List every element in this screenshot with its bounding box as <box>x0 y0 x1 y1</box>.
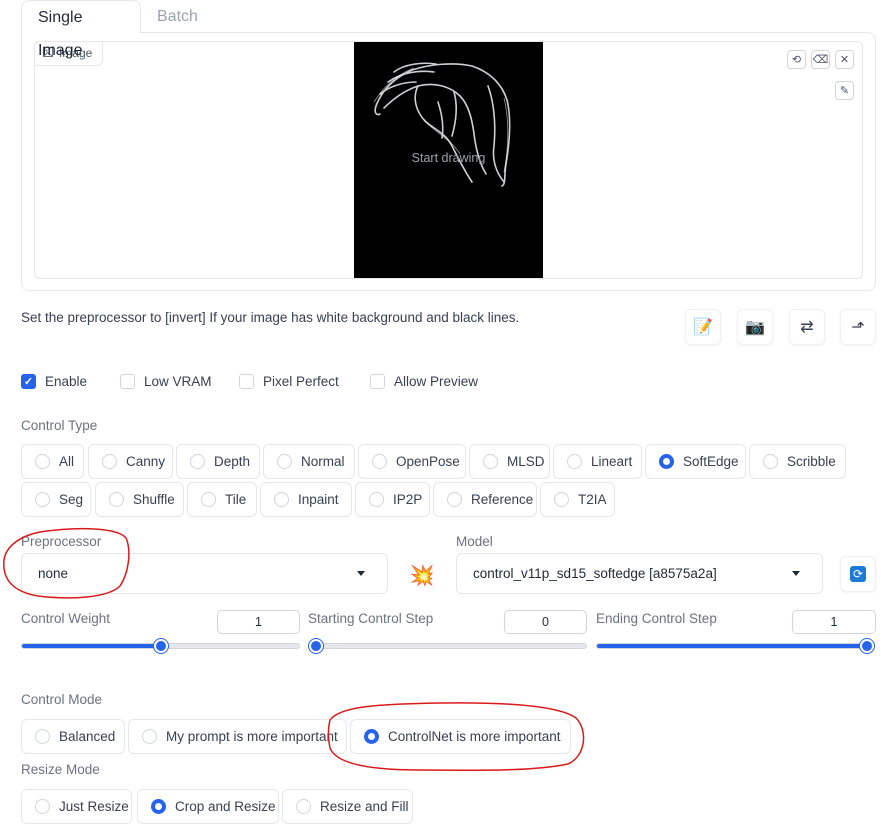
close-icon: ✕ <box>839 54 850 66</box>
control-type-shuffle[interactable]: Shuffle <box>95 482 184 517</box>
pixel-perfect-checkbox[interactable]: Pixel Perfect <box>239 374 339 389</box>
camera-button[interactable]: 📷 <box>737 309 773 345</box>
notepad-button[interactable]: 📝 <box>685 309 721 345</box>
swap-button[interactable]: ⇄ <box>789 309 825 345</box>
refresh-models-button[interactable]: ⟳ <box>840 556 876 592</box>
brush-button[interactable]: ✎ <box>835 81 854 100</box>
undo-button[interactable]: ⟲ <box>787 50 806 69</box>
slider-fill <box>597 644 867 648</box>
tab-bar: Single Image Batch <box>21 0 889 59</box>
starting-step-input[interactable]: 0 <box>504 610 587 634</box>
slider-thumb[interactable] <box>309 639 323 653</box>
resize-mode-resize-and-fill[interactable]: Resize and Fill <box>282 789 413 824</box>
send-dimensions-button[interactable]: ⬏ <box>840 309 876 345</box>
model-dropdown[interactable]: control_v11p_sd15_softedge [a8575a2a] <box>456 553 823 594</box>
tab-single-image[interactable]: Single Image <box>21 0 141 59</box>
send-icon: ⬏ <box>851 319 865 336</box>
control-weight-input[interactable]: 1 <box>217 610 300 634</box>
resize-mode-label: Resize Mode <box>21 762 100 777</box>
undo-icon: ⟲ <box>791 54 802 66</box>
ending-step-label: Ending Control Step <box>596 611 717 626</box>
brush-icon: ✎ <box>839 85 850 97</box>
refresh-icon: ⟳ <box>850 566 866 582</box>
control-type-seg[interactable]: Seg <box>21 482 91 517</box>
model-value: control_v11p_sd15_softedge [a8575a2a] <box>473 566 717 581</box>
canvas-placeholder: Start drawing <box>411 151 486 165</box>
control-type-canny[interactable]: Canny <box>88 444 173 479</box>
model-label: Model <box>456 534 493 549</box>
control-mode-prompt[interactable]: My prompt is more important <box>128 719 347 754</box>
control-type-normal[interactable]: Normal <box>263 444 355 479</box>
control-type-mlsd[interactable]: MLSD <box>469 444 550 479</box>
control-weight-label: Control Weight <box>21 611 111 626</box>
run-preprocessor-button[interactable]: 💥 <box>406 559 438 591</box>
control-type-inpaint[interactable]: Inpaint <box>260 482 352 517</box>
control-type-t2ia[interactable]: T2IA <box>540 482 615 517</box>
allow-preview-checkbox[interactable]: Allow Preview <box>370 374 478 389</box>
control-type-lineart[interactable]: Lineart <box>553 444 642 479</box>
control-type-openpose[interactable]: OpenPose <box>358 444 466 479</box>
control-weight-slider[interactable] <box>21 639 300 653</box>
resize-mode-just-resize[interactable]: Just Resize <box>21 789 132 824</box>
notepad-icon: 📝 <box>693 319 713 336</box>
resize-mode-crop-and-resize[interactable]: Crop and Resize <box>137 789 279 824</box>
starting-step-slider[interactable] <box>309 639 587 653</box>
preprocessor-value: none <box>38 566 69 581</box>
control-type-ip2p[interactable]: IP2P <box>355 482 430 517</box>
explosion-icon: 💥 <box>409 564 435 587</box>
slider-fill <box>22 644 161 648</box>
slider-thumb[interactable] <box>153 639 168 653</box>
control-type-tile[interactable]: Tile <box>187 482 257 517</box>
tab-batch[interactable]: Batch <box>141 0 214 33</box>
camera-icon: 📷 <box>745 319 765 336</box>
chevron-down-icon <box>357 571 365 576</box>
control-type-scribble[interactable]: Scribble <box>749 444 846 479</box>
low-vram-checkbox[interactable]: Low VRAM <box>120 374 212 389</box>
control-type-depth[interactable]: Depth <box>176 444 260 479</box>
control-mode-label: Control Mode <box>21 692 103 707</box>
control-type-softedge[interactable]: SoftEdge <box>645 444 746 479</box>
preprocessor-hint: Set the preprocessor to [invert] If your… <box>21 310 520 325</box>
control-type-all[interactable]: All <box>21 444 84 479</box>
slider-thumb[interactable] <box>860 639 874 653</box>
ending-step-input[interactable]: 1 <box>792 610 876 634</box>
eraser-icon: ⌫ <box>812 54 829 66</box>
check-icon: ✓ <box>21 374 36 389</box>
enable-checkbox[interactable]: ✓ Enable <box>21 374 87 389</box>
chevron-down-icon <box>792 571 800 576</box>
close-button[interactable]: ✕ <box>835 50 854 69</box>
preprocessor-label: Preprocessor <box>21 534 102 549</box>
control-mode-balanced[interactable]: Balanced <box>21 719 125 754</box>
drawing-canvas[interactable]: Start drawing <box>354 42 543 278</box>
eraser-button[interactable]: ⌫ <box>811 50 830 69</box>
ending-step-slider[interactable] <box>596 639 874 653</box>
control-type-reference[interactable]: Reference <box>433 482 537 517</box>
control-type-label: Control Type <box>21 418 98 433</box>
starting-step-label: Starting Control Step <box>308 611 434 626</box>
swap-icon: ⇄ <box>800 319 814 336</box>
preprocessor-dropdown[interactable]: none <box>21 553 388 594</box>
control-mode-controlnet[interactable]: ControlNet is more important <box>350 719 571 754</box>
